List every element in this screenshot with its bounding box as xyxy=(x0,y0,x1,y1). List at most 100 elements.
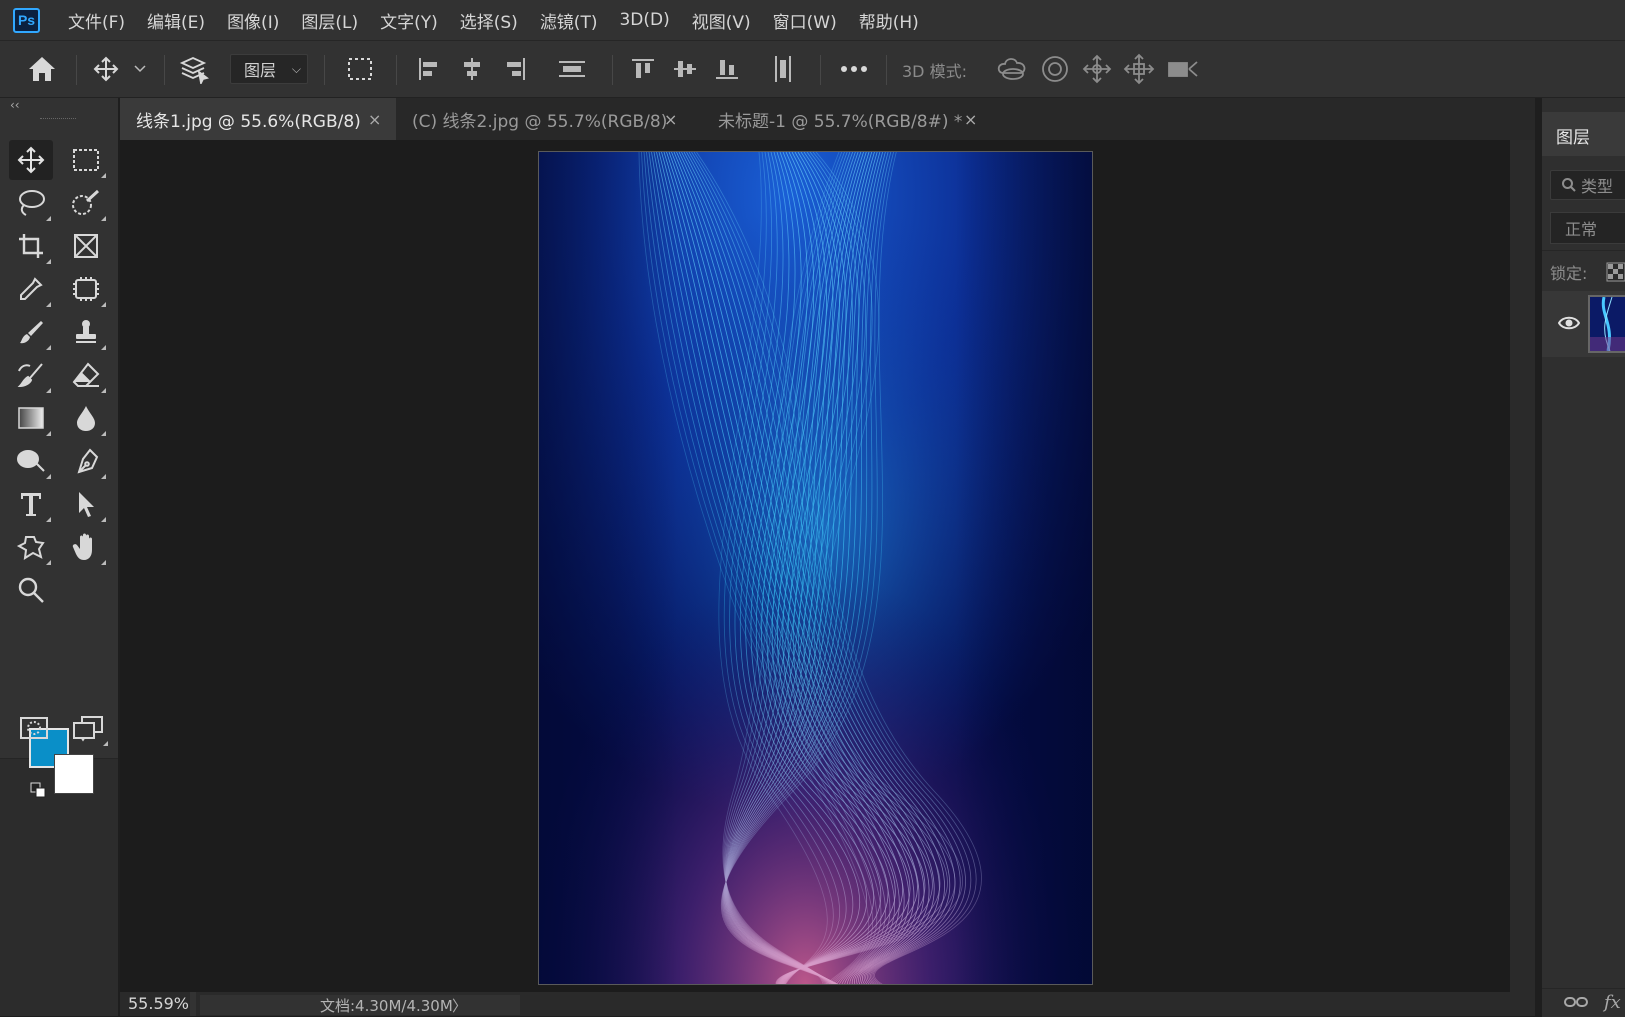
camera-zoom-3d-icon[interactable] xyxy=(1164,51,1204,87)
link-icon[interactable] xyxy=(1564,995,1588,1009)
document-size: 文档:4.30M/4.30M xyxy=(320,996,453,1015)
menu-layer[interactable]: 图层(L) xyxy=(301,8,358,33)
quick-mask-tool[interactable] xyxy=(12,708,56,748)
menu-filter[interactable]: 滤镜(T) xyxy=(540,8,598,33)
tab-label: 线条1.jpg @ 55.6%(RGB/8) xyxy=(136,111,361,132)
gradient-tool[interactable] xyxy=(9,398,53,438)
menu-edit[interactable]: 编辑(E) xyxy=(147,8,205,33)
auto-select-target-dropdown[interactable]: 图层 ⌵ xyxy=(230,54,308,84)
blend-mode-value: 正常 xyxy=(1565,220,1598,239)
crop-tool[interactable] xyxy=(9,226,53,266)
layers-stack-icon[interactable] xyxy=(176,51,212,87)
screen-mode-tool[interactable] xyxy=(66,708,110,748)
distribute-horizontal-icon[interactable] xyxy=(554,51,590,87)
document-image[interactable] xyxy=(538,151,1093,985)
wave-artwork xyxy=(539,152,1092,984)
layer-filter-label: 类型 xyxy=(1581,177,1614,196)
close-icon[interactable]: × xyxy=(368,110,381,129)
blend-mode-dropdown[interactable]: 正常 xyxy=(1550,212,1625,244)
eye-icon[interactable] xyxy=(1558,315,1580,331)
move-tool[interactable] xyxy=(9,140,53,180)
auto-select-target-value: 图层 xyxy=(244,61,277,80)
clone-stamp-tool[interactable] xyxy=(64,312,108,352)
home-icon[interactable] xyxy=(22,51,62,87)
hand-tool[interactable] xyxy=(64,527,108,567)
close-icon[interactable]: × xyxy=(664,110,677,129)
default-colors-icon[interactable] xyxy=(30,782,46,798)
vertical-scrollbar[interactable] xyxy=(1510,140,1535,992)
close-icon[interactable]: × xyxy=(964,110,977,129)
layers-panel: 图层 类型 正常 锁定: fx xyxy=(1542,98,1625,1017)
menu-3d[interactable]: 3D(D) xyxy=(619,10,669,30)
background-color-swatch[interactable] xyxy=(54,754,94,794)
lock-transparency-icon[interactable] xyxy=(1606,262,1625,282)
ps-logo: Ps xyxy=(13,7,40,33)
pen-tool[interactable] xyxy=(64,441,108,481)
frame-tool[interactable] xyxy=(64,226,108,266)
marquee-tool[interactable] xyxy=(64,140,108,180)
chevron-down-icon[interactable] xyxy=(130,51,150,87)
spot-heal-tool[interactable] xyxy=(64,269,108,309)
eraser-tool[interactable] xyxy=(64,355,108,395)
lasso-tool[interactable] xyxy=(9,183,53,223)
menu-help[interactable]: 帮助(H) xyxy=(859,8,919,33)
shape-tool[interactable] xyxy=(9,527,53,567)
history-brush-tool[interactable] xyxy=(9,355,53,395)
blur-tool[interactable] xyxy=(64,398,108,438)
search-icon xyxy=(1561,177,1577,193)
align-bottom-icon[interactable] xyxy=(710,51,744,87)
quick-select-tool[interactable] xyxy=(64,183,108,223)
menu-image[interactable]: 图像(I) xyxy=(227,8,279,33)
fx-icon[interactable]: fx xyxy=(1604,992,1621,1013)
menu-bar: Ps 文件(F) 编辑(E) 图像(I) 图层(L) 文字(Y) 选择(S) 滤… xyxy=(0,0,1625,41)
menu-file[interactable]: 文件(F) xyxy=(68,8,125,33)
dodge-tool[interactable] xyxy=(9,441,53,481)
align-left-icon[interactable] xyxy=(412,51,446,87)
drag-3d-icon[interactable] xyxy=(1078,51,1116,87)
align-right-icon[interactable] xyxy=(498,51,532,87)
tab-document-3[interactable]: 未标题-1 @ 55.7%(RGB/8#) * × xyxy=(702,98,992,140)
tools-strip: ‹‹ xyxy=(0,98,120,1016)
tools-panel: ‹‹ xyxy=(0,98,118,798)
layer-filter-search[interactable]: 类型 xyxy=(1550,170,1625,200)
menu-type[interactable]: 文字(Y) xyxy=(380,8,438,33)
layer-thumbnail[interactable] xyxy=(1588,295,1625,353)
zoom-level[interactable]: 55.59% xyxy=(128,994,189,1013)
zoom-tool[interactable] xyxy=(9,570,53,610)
tab-document-2[interactable]: (C) 线条2.jpg @ 55.7%(RGB/8) × xyxy=(396,98,690,140)
chevron-down-icon: ⌵ xyxy=(291,62,301,76)
path-select-tool[interactable] xyxy=(64,484,108,524)
layers-tab[interactable]: 图层 xyxy=(1542,112,1625,156)
document-info[interactable]: 文档:4.30M/4.30M xyxy=(200,995,520,1015)
roll-3d-icon[interactable] xyxy=(1036,51,1074,87)
status-divider xyxy=(190,992,196,1016)
menu-select[interactable]: 选择(S) xyxy=(460,8,518,33)
status-menu-arrow[interactable]: 〉 xyxy=(452,995,467,1016)
options-bar: 图层 ⌵ 3D 模式: xyxy=(0,41,1625,99)
menu-window[interactable]: 窗口(W) xyxy=(773,8,837,33)
status-bar: 55.59% 文档:4.30M/4.30M 〉 xyxy=(120,992,1535,1016)
align-vcenter-icon[interactable] xyxy=(668,51,702,87)
menu-view[interactable]: 视图(V) xyxy=(692,8,751,33)
align-hcenter-icon[interactable] xyxy=(455,51,489,87)
mode3d-label: 3D 模式: xyxy=(902,62,967,81)
panel-divider xyxy=(1535,98,1542,1016)
distribute-vertical-icon[interactable] xyxy=(766,51,800,87)
tab-document-1[interactable]: 线条1.jpg @ 55.6%(RGB/8) × xyxy=(120,98,396,140)
tab-label: (C) 线条2.jpg @ 55.7%(RGB/8) xyxy=(412,111,668,132)
more-icon[interactable] xyxy=(834,51,874,87)
eyedropper-tool[interactable] xyxy=(9,269,53,309)
tab-label: 未标题-1 @ 55.7%(RGB/8#) * xyxy=(718,111,963,132)
brush-tool[interactable] xyxy=(9,312,53,352)
collapse-panel-icon[interactable]: ‹‹ xyxy=(10,98,20,112)
orbit-3d-icon[interactable] xyxy=(992,51,1032,87)
slide-3d-icon[interactable] xyxy=(1120,51,1158,87)
panel-grip[interactable] xyxy=(40,118,76,122)
layers-panel-footer: fx xyxy=(1542,988,1625,1017)
align-top-icon[interactable] xyxy=(626,51,660,87)
type-tool[interactable] xyxy=(9,484,53,524)
move-icon[interactable] xyxy=(88,51,124,87)
document-tabs: 线条1.jpg @ 55.6%(RGB/8) × (C) 线条2.jpg @ 5… xyxy=(120,98,1535,140)
layer-row[interactable] xyxy=(1542,291,1625,357)
transform-controls-icon[interactable] xyxy=(340,51,380,87)
